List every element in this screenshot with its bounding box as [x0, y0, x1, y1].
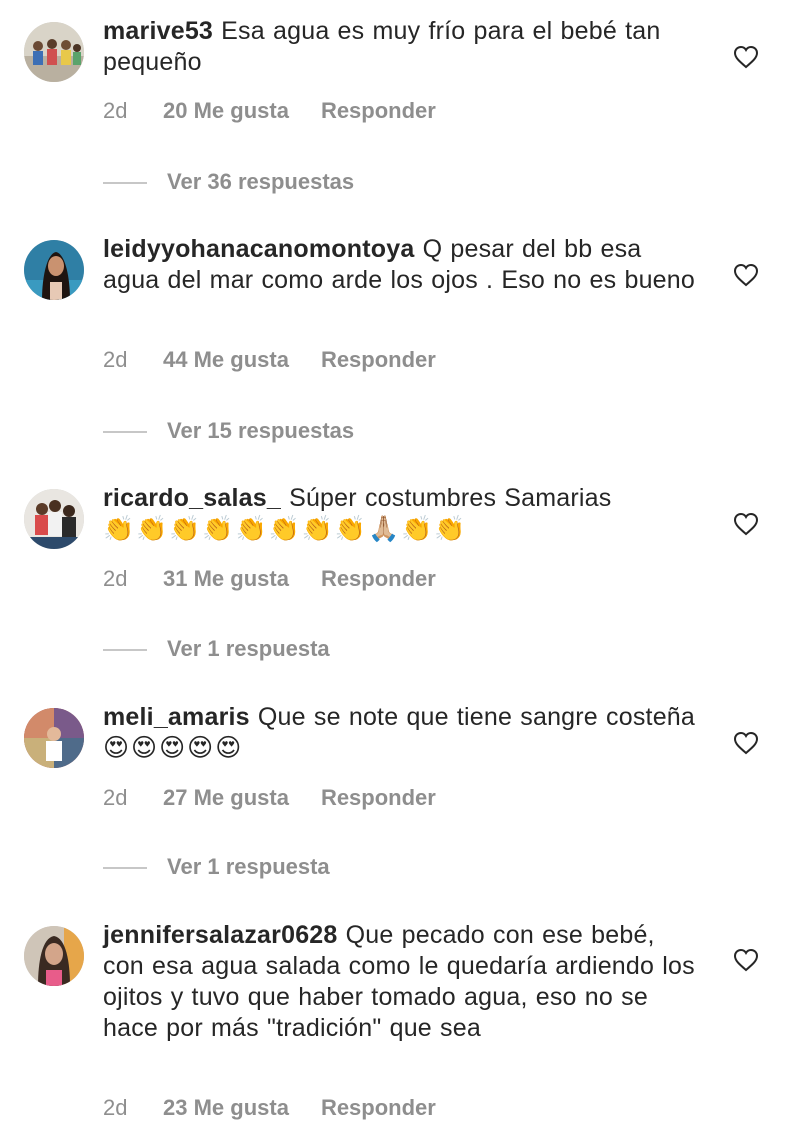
user-avatar[interactable]	[24, 489, 84, 549]
comment-time: 2d	[103, 1095, 128, 1120]
comment-body: marive53 Esa agua es muy frío para el be…	[103, 16, 703, 78]
comment-meta: 2d 27 Me gusta Responder	[103, 785, 436, 811]
comment-body: leidyyohanacanomontoya Q pesar del bb es…	[103, 234, 703, 296]
like-heart-icon[interactable]	[733, 263, 759, 287]
view-replies-label: Ver 1 respuesta	[167, 636, 330, 661]
comment-time: 2d	[103, 566, 128, 591]
likes-count[interactable]: 31 Me gusta	[163, 566, 289, 592]
user-avatar[interactable]	[24, 926, 84, 986]
likes-count[interactable]: 23 Me gusta	[163, 1095, 289, 1121]
reply-button[interactable]: Responder	[321, 785, 436, 810]
comment-body: ricardo_salas_ Súper costumbres Samarias…	[103, 483, 703, 545]
comment-meta: 2d 44 Me gusta Responder	[103, 347, 436, 373]
comment-body: jennifersalazar0628 Que pecado con ese b…	[103, 920, 703, 1044]
view-replies-button[interactable]: Ver 1 respuesta	[103, 854, 330, 880]
reply-button[interactable]: Responder	[321, 1095, 436, 1120]
reply-button[interactable]: Responder	[321, 566, 436, 591]
comment-emojis: 👏👏👏👏👏👏👏👏🙏🏼👏👏	[103, 515, 468, 543]
comment-emojis: 😍😍😍😍😍	[103, 734, 244, 762]
like-heart-icon[interactable]	[733, 45, 759, 69]
family-photo-avatar-icon	[24, 489, 84, 549]
comment-username[interactable]: meli_amaris	[103, 703, 250, 731]
collage-avatar-icon	[24, 708, 84, 768]
user-avatar[interactable]	[24, 22, 84, 82]
view-replies-label: Ver 15 respuestas	[167, 418, 355, 443]
comment-time: 2d	[103, 98, 128, 123]
reply-button[interactable]: Responder	[321, 347, 436, 372]
comment-username[interactable]: ricardo_salas_	[103, 484, 281, 512]
reply-button[interactable]: Responder	[321, 98, 436, 123]
comment-meta: 2d 20 Me gusta Responder	[103, 98, 436, 124]
like-heart-icon[interactable]	[733, 948, 759, 972]
view-replies-label: Ver 1 respuesta	[167, 854, 330, 879]
replies-divider	[103, 431, 147, 434]
like-heart-icon[interactable]	[733, 512, 759, 536]
view-replies-button[interactable]: Ver 36 respuestas	[103, 169, 354, 195]
comment-text: Súper costumbres Samarias	[280, 484, 612, 512]
woman-portrait-avatar-icon	[24, 240, 84, 300]
comment-username[interactable]: leidyyohanacanomontoya	[103, 235, 414, 263]
likes-count[interactable]: 44 Me gusta	[163, 347, 289, 373]
likes-count[interactable]: 27 Me gusta	[163, 785, 289, 811]
comment-meta: 2d 31 Me gusta Responder	[103, 566, 436, 592]
comment-body: meli_amaris Que se note que tiene sangre…	[103, 702, 703, 764]
comment-username[interactable]: marive53	[103, 17, 213, 45]
comment-username[interactable]: jennifersalazar0628	[103, 921, 338, 949]
view-replies-label: Ver 36 respuestas	[167, 169, 355, 194]
comment-time: 2d	[103, 785, 128, 810]
replies-divider	[103, 649, 147, 652]
user-avatar[interactable]	[24, 708, 84, 768]
view-replies-button[interactable]: Ver 1 respuesta	[103, 636, 330, 662]
comment-time: 2d	[103, 347, 128, 372]
woman-selfie-avatar-icon	[24, 926, 84, 986]
like-heart-icon[interactable]	[733, 731, 759, 755]
user-avatar[interactable]	[24, 240, 84, 300]
comment-text: Que se note que tiene sangre costeña	[249, 703, 696, 731]
replies-divider	[103, 867, 147, 870]
replies-divider	[103, 182, 147, 185]
likes-count[interactable]: 20 Me gusta	[163, 98, 289, 124]
view-replies-button[interactable]: Ver 15 respuestas	[103, 418, 354, 444]
comment-meta: 2d 23 Me gusta Responder	[103, 1095, 436, 1121]
group-photo-avatar-icon	[24, 22, 84, 82]
